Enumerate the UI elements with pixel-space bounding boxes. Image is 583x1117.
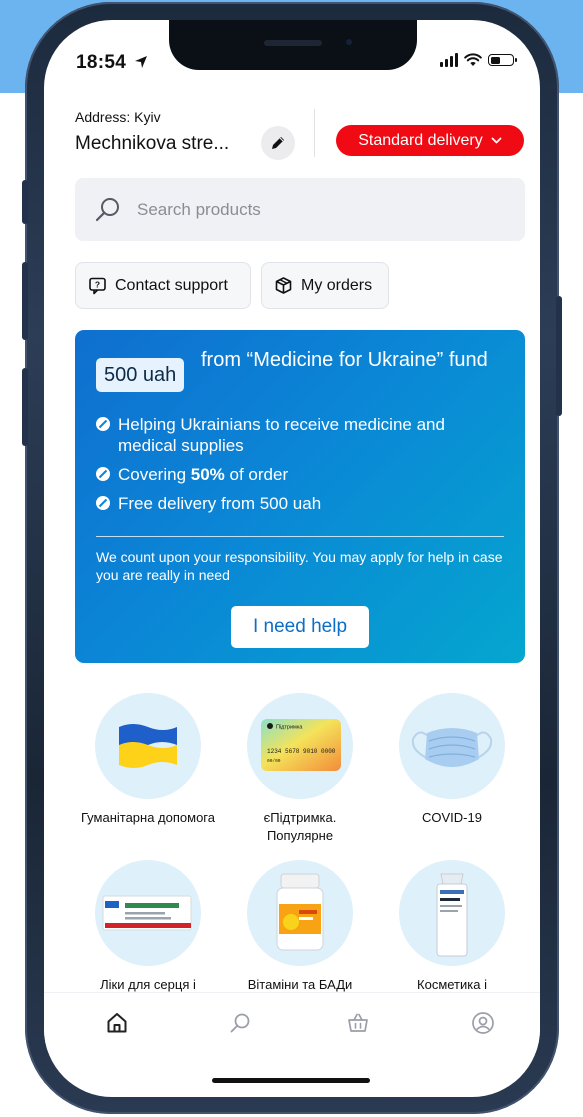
contact-support-button[interactable]: ? Contact support (75, 262, 251, 309)
search-placeholder: Search products (137, 199, 261, 219)
promo-benefit-text: Free delivery from 500 uah (118, 494, 322, 513)
home-icon (107, 1013, 127, 1033)
promo-divider (96, 536, 504, 537)
bottom-tab-bar (44, 992, 540, 1053)
cream-tube-icon (436, 873, 468, 957)
chevron-down-icon (491, 137, 502, 143)
promo-benefit-item: Free delivery from 500 uah (96, 493, 506, 514)
front-camera (343, 36, 355, 48)
check-circle-icon (96, 496, 110, 510)
promo-benefits-list: Helping Ukrainians to receive medicine a… (96, 414, 506, 522)
pencil-icon (272, 137, 284, 149)
speaker-grille (264, 40, 322, 46)
category-label: COVID-19 (422, 810, 482, 825)
promo-benefit-text: Helping Ukrainians to receive medicine a… (118, 415, 445, 455)
phone-side-button-action (22, 180, 28, 224)
phone-side-button-volume-down (22, 368, 28, 446)
search-icon (95, 197, 119, 221)
category-image: Підтримка 1234 5678 9010 0000 00/00 (247, 693, 353, 799)
tab-home[interactable] (103, 1009, 131, 1037)
location-arrow-icon (134, 56, 147, 68)
category-image (247, 860, 353, 966)
vitamin-jar-icon (276, 873, 324, 951)
promo-benefit-item: Covering 50% of order (96, 464, 506, 485)
status-indicators (440, 53, 517, 67)
category-ye-pidtrymka[interactable]: Підтримка 1234 5678 9010 0000 00/00 єПід… (230, 693, 370, 845)
promo-note: We count upon your responsibility. You m… (96, 549, 503, 583)
category-image (95, 860, 201, 966)
header-divider (314, 109, 315, 157)
medicine-box-icon (102, 895, 192, 931)
category-vitamins[interactable]: Вітаміни та БАДи (230, 860, 370, 994)
wifi-icon (464, 53, 482, 66)
category-image (399, 693, 505, 799)
basket-icon (348, 1013, 368, 1032)
check-circle-icon (96, 417, 110, 431)
card-brand-text: Підтримка (276, 725, 303, 731)
tab-profile[interactable] (469, 1009, 497, 1037)
category-covid[interactable]: COVID-19 (382, 693, 522, 827)
phone-side-button-power (556, 296, 562, 416)
bank-card-icon: Підтримка 1234 5678 9010 0000 00/00 (261, 719, 341, 771)
phone-side-button-volume-up (22, 262, 28, 340)
contact-support-label: Contact support (115, 276, 228, 294)
promo-benefit-percent: 50% (190, 465, 225, 484)
category-humanitarian-aid[interactable]: Гуманітарна допомога (78, 693, 218, 827)
promo-banner: 500 uah from “Medicine for Ukraine” fund… (75, 330, 525, 663)
status-time-text: 18:54 (76, 52, 127, 73)
address-label: Address: Kyiv (75, 109, 161, 125)
support-chat-icon: ? (89, 277, 106, 295)
svg-text:?: ? (95, 280, 100, 290)
edit-address-button[interactable] (261, 126, 295, 160)
package-icon (275, 277, 292, 294)
face-mask-icon (411, 728, 493, 767)
my-orders-label: My orders (301, 276, 373, 294)
check-circle-icon (96, 467, 110, 481)
ukraine-flag-icon (119, 724, 177, 768)
promo-heading: from “Medicine for Ukraine” fund (201, 349, 488, 371)
promo-benefit-text-prefix: Covering (118, 465, 191, 484)
category-label: Гуманітарна допомога (81, 810, 215, 825)
status-time: 18:54 (76, 52, 148, 74)
camera-notch (169, 20, 417, 70)
card-expiry-text: 00/00 (267, 758, 281, 764)
home-indicator[interactable] (212, 1078, 370, 1083)
category-image (95, 693, 201, 799)
battery-icon (488, 54, 517, 66)
search-input[interactable]: Search products (75, 178, 525, 241)
cellular-signal-icon (440, 53, 458, 67)
delivery-type-label: Standard delivery (358, 131, 483, 149)
search-icon (230, 1013, 250, 1033)
promo-benefit-item: Helping Ukrainians to receive medicine a… (96, 414, 506, 456)
address-value[interactable]: Mechnikova stre... (75, 133, 229, 155)
category-cosmetics[interactable]: Косметика і (382, 860, 522, 994)
promo-benefit-text-suffix: of order (224, 465, 289, 484)
card-number-text: 1234 5678 9010 0000 (267, 748, 336, 755)
promo-amount-badge: 500 uah (96, 358, 185, 392)
category-image (399, 860, 505, 966)
category-label: єПідтримка. Популярне (263, 810, 337, 843)
category-heart-medicine[interactable]: Ліки для серця і (78, 860, 218, 994)
need-help-button[interactable]: I need help (231, 606, 369, 648)
tab-search[interactable] (226, 1009, 254, 1037)
profile-icon (472, 1012, 494, 1034)
delivery-type-dropdown[interactable]: Standard delivery (336, 125, 524, 156)
tab-basket[interactable] (344, 1009, 372, 1037)
my-orders-button[interactable]: My orders (261, 262, 389, 309)
app-screen: 18:54 Address: Kyiv Mechnikova stre... S… (44, 20, 540, 1097)
